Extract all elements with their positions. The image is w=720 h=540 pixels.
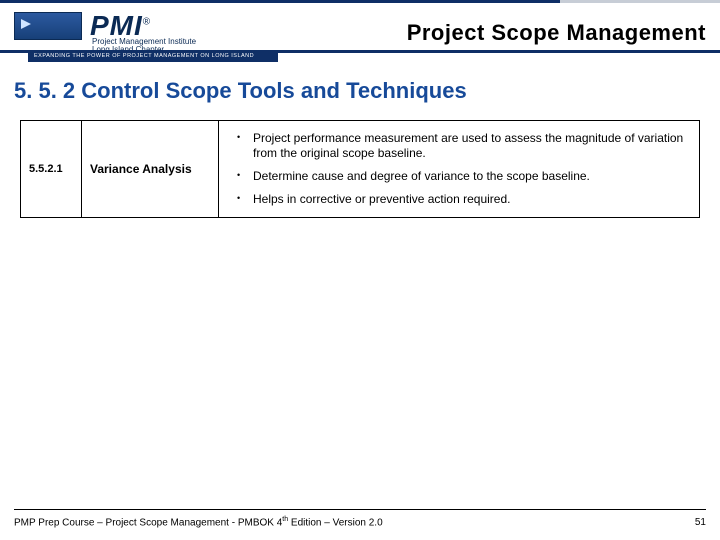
list-item: Project performance measurement are used… — [243, 127, 691, 165]
pmi-logo-icon — [14, 12, 82, 40]
page-number: 51 — [695, 517, 706, 528]
list-item: Helps in corrective or preventive action… — [243, 188, 691, 211]
row-description: Project performance measurement are used… — [219, 121, 700, 218]
footer-rule — [14, 509, 706, 510]
row-name: Variance Analysis — [82, 121, 219, 218]
section-heading: 5. 5. 2 Control Scope Tools and Techniqu… — [14, 78, 467, 104]
footer-left: PMP Prep Course – Project Scope Manageme… — [14, 516, 383, 528]
tools-techniques-table: 5.5.2.1 Variance Analysis Project perfor… — [20, 120, 700, 218]
table-row: 5.5.2.1 Variance Analysis Project perfor… — [21, 121, 700, 218]
footer-text-post: Edition – Version 2.0 — [288, 517, 383, 528]
top-accent-bar — [0, 0, 720, 3]
title-rule — [0, 50, 720, 53]
bullet-list: Project performance measurement are used… — [227, 127, 691, 211]
logo-block: PMI® Project Management Institute Long I… — [14, 10, 264, 55]
list-item: Determine cause and degree of variance t… — [243, 165, 691, 188]
slide-title: Project Scope Management — [407, 20, 706, 46]
registered-mark: ® — [143, 17, 151, 28]
footer-text-pre: PMP Prep Course – Project Scope Manageme… — [14, 517, 282, 528]
row-number: 5.5.2.1 — [21, 121, 82, 218]
header: PMI® Project Management Institute Long I… — [0, 10, 720, 64]
